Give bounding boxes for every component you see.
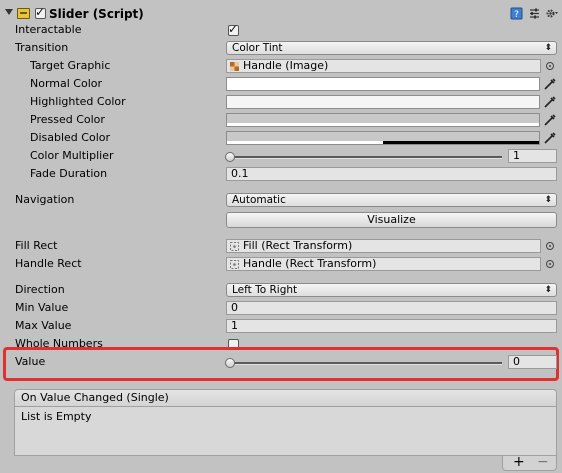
eyedropper-icon[interactable] bbox=[543, 95, 557, 109]
component-header: ✓ Slider (Script) ? bbox=[0, 0, 562, 26]
alpha-bar-visible bbox=[227, 141, 383, 144]
rect-transform-icon bbox=[230, 242, 239, 251]
list-empty-text: List is Empty bbox=[21, 410, 92, 423]
target-graphic-value: Handle (Image) bbox=[243, 59, 329, 72]
object-picker-icon[interactable] bbox=[546, 260, 554, 268]
highlighted-color-label: Highlighted Color bbox=[30, 95, 126, 108]
target-graphic-label: Target Graphic bbox=[30, 59, 111, 72]
alpha-bar-transparent bbox=[383, 141, 539, 144]
color-multiplier-slider-track[interactable] bbox=[230, 156, 502, 159]
highlighted-color-swatch[interactable] bbox=[226, 95, 540, 109]
pressed-color-label: Pressed Color bbox=[30, 113, 105, 126]
handle-rect-label: Handle Rect bbox=[15, 257, 82, 270]
navigation-dropdown[interactable]: Automatic ⬍ bbox=[226, 193, 557, 207]
value-slider-track[interactable] bbox=[230, 362, 502, 365]
fade-duration-label: Fade Duration bbox=[30, 167, 108, 180]
disabled-color-label: Disabled Color bbox=[30, 131, 111, 144]
eyedropper-icon[interactable] bbox=[543, 131, 557, 145]
normal-color-swatch[interactable] bbox=[226, 77, 540, 91]
dropdown-arrows-icon: ⬍ bbox=[544, 43, 552, 53]
navigation-label: Navigation bbox=[15, 193, 75, 206]
color-multiplier-slider-thumb[interactable] bbox=[225, 152, 235, 162]
object-picker-icon[interactable] bbox=[546, 242, 554, 250]
dropdown-arrows-icon: ⬍ bbox=[544, 285, 552, 295]
remove-listener-button[interactable]: − bbox=[537, 454, 549, 470]
event-list-body: List is Empty bbox=[14, 407, 557, 456]
alpha-bar bbox=[227, 123, 539, 126]
navigation-value: Automatic bbox=[232, 194, 286, 206]
min-value-label: Min Value bbox=[15, 301, 69, 314]
color-multiplier-label: Color Multiplier bbox=[30, 149, 114, 162]
object-picker-icon[interactable] bbox=[546, 62, 554, 70]
direction-dropdown[interactable]: Left To Right ⬍ bbox=[226, 283, 557, 297]
handle-rect-value: Handle (Rect Transform) bbox=[243, 257, 377, 270]
disabled-color-swatch[interactable] bbox=[226, 131, 540, 145]
target-graphic-field[interactable]: Handle (Image) bbox=[226, 59, 541, 73]
gear-icon[interactable] bbox=[545, 7, 558, 20]
fill-rect-value: Fill (Rect Transform) bbox=[243, 239, 353, 252]
value-slider-thumb[interactable] bbox=[225, 358, 235, 368]
normal-color-label: Normal Color bbox=[30, 77, 103, 90]
handle-rect-field[interactable]: Handle (Rect Transform) bbox=[226, 257, 541, 271]
direction-label: Direction bbox=[15, 283, 65, 296]
on-value-changed-header: On Value Changed (Single) bbox=[14, 389, 557, 407]
eyedropper-icon[interactable] bbox=[543, 113, 557, 127]
script-icon bbox=[17, 8, 30, 19]
event-list-footer: + − bbox=[502, 454, 557, 471]
image-component-icon bbox=[230, 62, 239, 71]
component-enabled-checkbox[interactable]: ✓ bbox=[35, 5, 46, 19]
max-value-label: Max Value bbox=[15, 319, 72, 332]
rect-transform-icon bbox=[230, 260, 239, 269]
component-title: Slider (Script) bbox=[49, 7, 144, 21]
help-book-icon[interactable]: ? bbox=[510, 7, 523, 20]
pressed-color-swatch[interactable] bbox=[226, 113, 540, 127]
max-value-field[interactable]: 1 bbox=[226, 319, 557, 333]
eyedropper-icon[interactable] bbox=[543, 77, 557, 91]
add-listener-button[interactable]: + bbox=[513, 454, 525, 470]
fade-duration-field[interactable]: 0.1 bbox=[226, 167, 557, 181]
transition-dropdown[interactable]: Color Tint ⬍ bbox=[226, 41, 557, 55]
interactable-label: Interactable bbox=[15, 23, 82, 36]
fill-rect-field[interactable]: Fill (Rect Transform) bbox=[226, 239, 541, 253]
preset-sliders-icon[interactable] bbox=[528, 7, 541, 20]
color-multiplier-field[interactable]: 1 bbox=[508, 149, 557, 163]
direction-value: Left To Right bbox=[232, 284, 298, 296]
min-value-field[interactable]: 0 bbox=[226, 301, 557, 315]
value-label: Value bbox=[15, 355, 46, 368]
interactable-checkbox[interactable]: ✓ bbox=[228, 22, 239, 36]
fill-rect-label: Fill Rect bbox=[15, 239, 58, 252]
foldout-arrow-icon[interactable] bbox=[5, 9, 13, 15]
value-field[interactable]: 0 bbox=[508, 355, 557, 369]
transition-label: Transition bbox=[15, 41, 69, 54]
dropdown-arrows-icon: ⬍ bbox=[544, 195, 552, 205]
transition-value: Color Tint bbox=[232, 42, 283, 54]
svg-text:?: ? bbox=[514, 10, 519, 20]
checkmark-icon: ✓ bbox=[228, 22, 239, 36]
checkmark-icon: ✓ bbox=[35, 5, 46, 19]
visualize-button[interactable]: Visualize bbox=[226, 212, 557, 228]
